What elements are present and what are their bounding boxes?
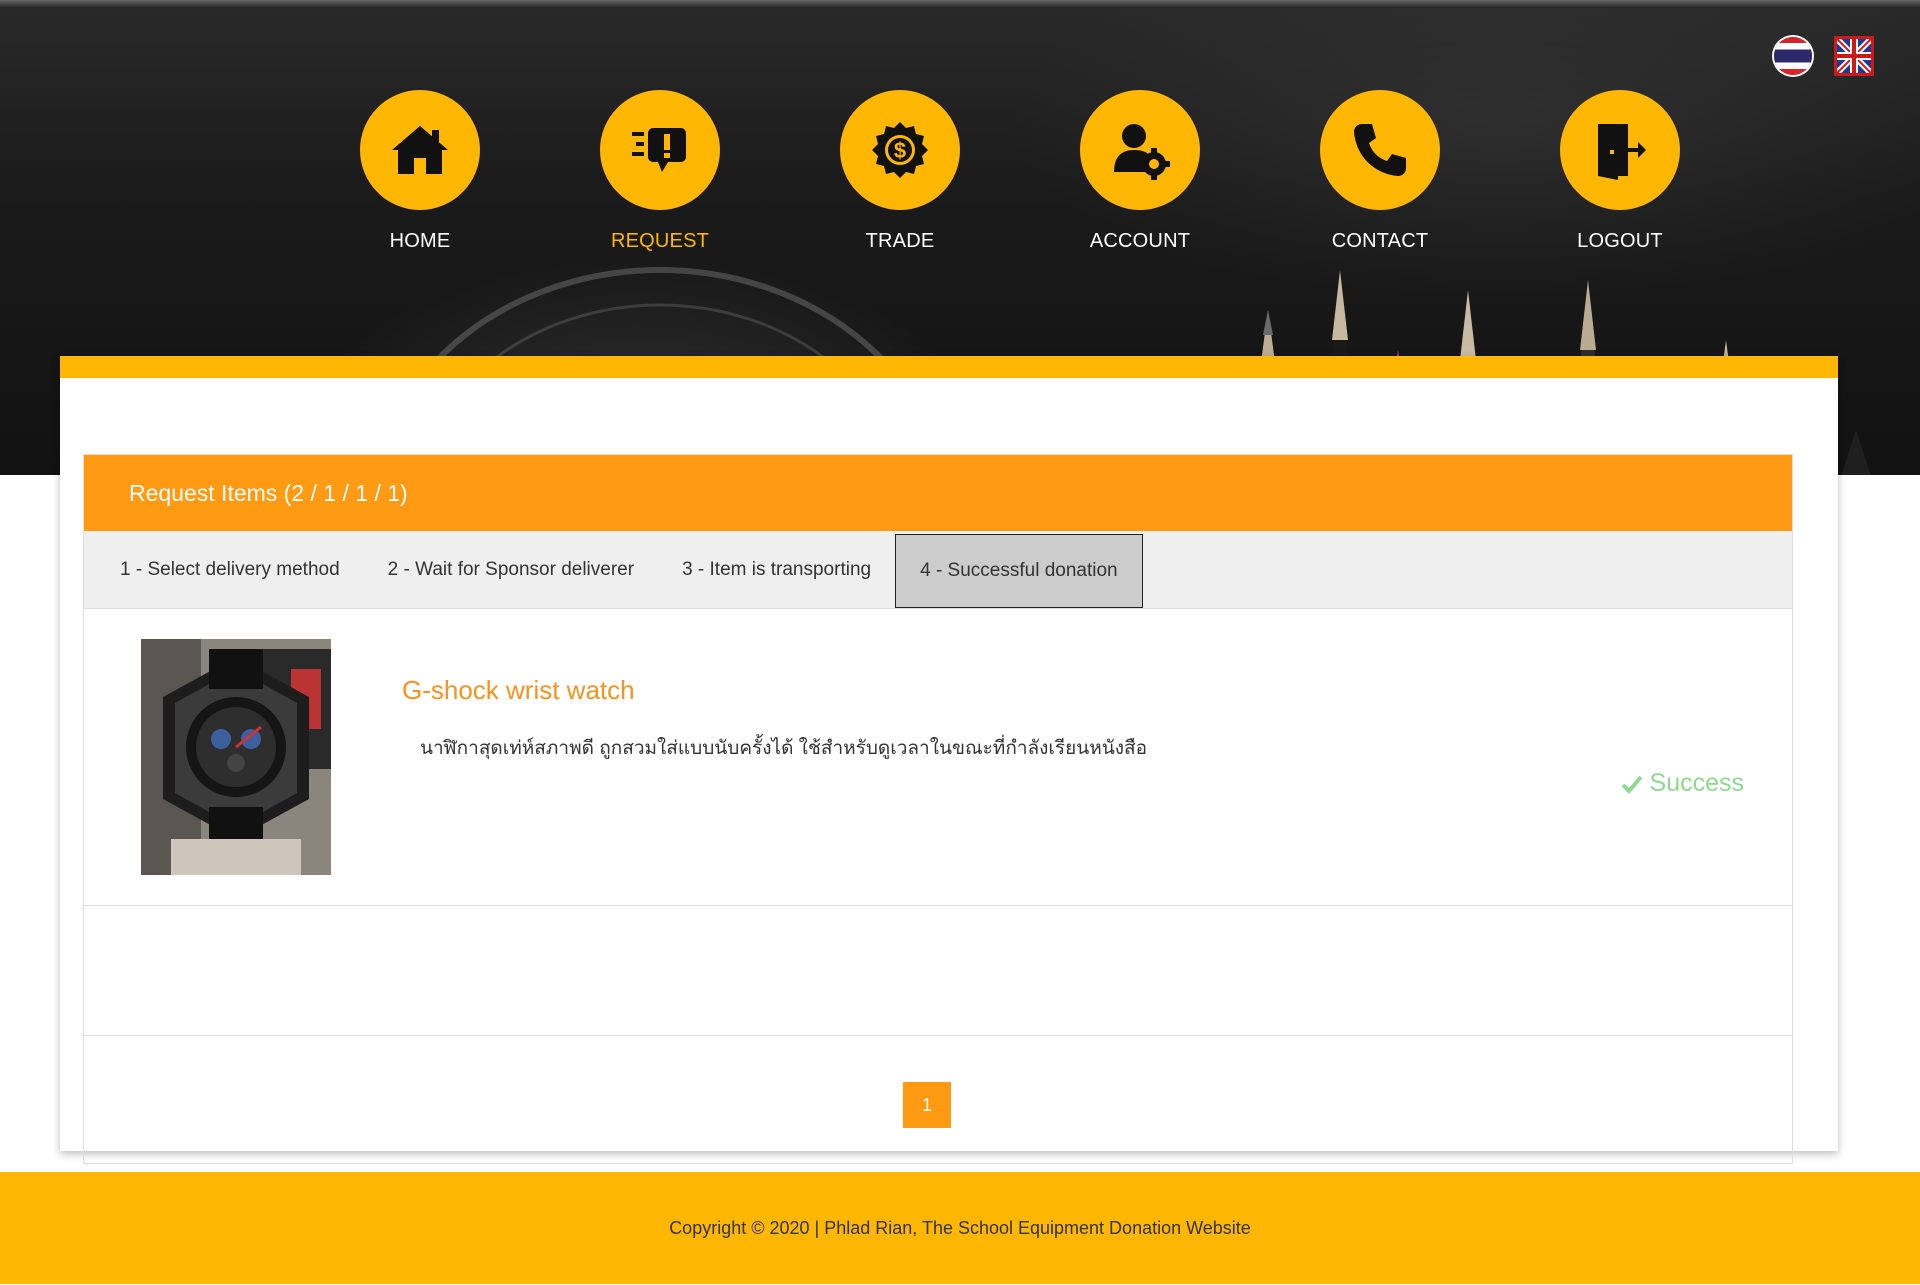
panel-header: Request Items (2 / 1 / 1 / 1) [84, 455, 1792, 531]
uk-flag-icon[interactable] [1834, 36, 1874, 76]
home-icon[interactable] [360, 90, 480, 210]
status-tabs: 1 - Select delivery method 2 - Wait for … [84, 531, 1792, 609]
status-badge: Success [1620, 769, 1744, 798]
nav-label-trade[interactable]: TRADE [866, 230, 935, 253]
tab-successful-donation[interactable]: 4 - Successful donation [895, 533, 1143, 608]
request-items-panel: Request Items (2 / 1 / 1 / 1) 1 - Select… [83, 454, 1793, 1036]
nav-label-logout[interactable]: LOGOUT [1577, 230, 1663, 253]
footer: Copyright © 2020 | Phlad Rian, The Schoo… [0, 1172, 1920, 1284]
list-item: G-shock wrist watch นาฬิกาสุดเท่ห์สภาพดี… [84, 609, 1792, 906]
pagination: 1 [83, 1034, 1793, 1164]
phone-icon[interactable] [1320, 90, 1440, 210]
item-title[interactable]: G-shock wrist watch [402, 675, 635, 706]
nav-trade[interactable]: $ TRADE [780, 90, 1020, 253]
request-icon[interactable] [600, 90, 720, 210]
nav-label-request[interactable]: REQUEST [611, 230, 709, 253]
svg-text:$: $ [894, 138, 906, 163]
content-card: Request Items (2 / 1 / 1 / 1) 1 - Select… [60, 356, 1838, 1164]
thai-flag-icon[interactable] [1774, 37, 1812, 75]
user-settings-icon[interactable] [1080, 90, 1200, 210]
nav-contact[interactable]: CONTACT [1260, 90, 1500, 253]
nav-account[interactable]: ACCOUNT [1020, 90, 1260, 253]
nav-home[interactable]: HOME [300, 90, 540, 253]
main-nav: HOME REQUEST $ TRADE ACCOUNT CONTACT LOG… [300, 90, 1740, 253]
footer-copyright: Copyright © 2020 | Phlad Rian, The Schoo… [669, 1217, 1251, 1238]
tab-select-delivery-method[interactable]: 1 - Select delivery method [96, 533, 364, 607]
page-1-button[interactable]: 1 [903, 1082, 951, 1128]
checkmark-icon [1621, 775, 1643, 794]
panel-title: Request Items (2 / 1 / 1 / 1) [129, 479, 408, 506]
watch-photo [141, 639, 331, 875]
logout-door-icon[interactable] [1560, 90, 1680, 210]
nav-request[interactable]: REQUEST [540, 90, 780, 253]
nav-label-home[interactable]: HOME [390, 230, 451, 253]
language-switcher [1774, 36, 1874, 76]
nav-logout[interactable]: LOGOUT [1500, 90, 1740, 253]
card-accent-bar [60, 356, 1838, 378]
nav-label-account[interactable]: ACCOUNT [1090, 230, 1190, 253]
item-image [141, 639, 331, 875]
tab-item-transporting[interactable]: 3 - Item is transporting [658, 533, 895, 607]
hero-top-shadow [0, 0, 1920, 8]
status-label: Success [1649, 769, 1744, 797]
nav-label-contact[interactable]: CONTACT [1332, 230, 1429, 253]
item-description: นาฬิกาสุดเท่ห์สภาพดี ถูกสวมใส่แบบนับครั้… [420, 738, 1148, 759]
dollar-badge-icon[interactable]: $ [840, 90, 960, 210]
tab-wait-for-sponsor[interactable]: 2 - Wait for Sponsor deliverer [364, 533, 658, 607]
